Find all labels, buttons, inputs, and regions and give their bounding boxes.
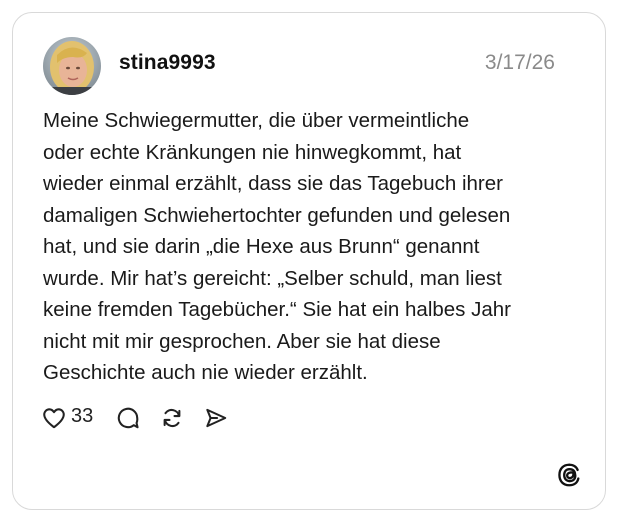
send-icon [206,408,227,428]
post-text-line: keine fremden Tagebücher.“ Sie hat ein h… [43,298,512,321]
post-card: stina9993 3/17/26 Meine Schwiegermutter,… [12,12,606,510]
post-text-line: Meine Schwiegermutter, die über vermeint… [43,109,470,132]
reply-button[interactable] [115,405,141,431]
post-text-line: oder echte Kränkungen nie hinwegkommt, h… [43,140,462,164]
avatar[interactable] [43,37,101,95]
post-text-line: hat, und sie darin „die Hexe aus Brunn“ … [43,235,480,258]
post-text-line: Geschichte auch nie wieder erzählt. [43,361,368,384]
like-button[interactable]: 33 [41,405,93,431]
avatar-image [43,37,101,95]
heart-icon [43,408,65,429]
post-date: 3/17/26 [484,51,555,74]
repost-button[interactable] [159,405,185,431]
post-text-line: nicht mit mir gesprochen. Aber sie hat d… [43,329,441,353]
post-body: Meine Schwiegermutter, die über vermeint… [43,105,583,389]
post-text-line: damaligen Schwiehertochter gefunden und … [43,203,511,227]
username[interactable]: stina9993 [119,51,216,75]
post-text-line: wieder einmal erzählt, dass sie das Tage… [43,172,503,195]
comment-bubble-icon [118,407,139,429]
like-count: 33 [71,404,94,427]
post-text-line: wurde. Mir hat’s gereicht: „Selber schul… [43,266,502,290]
threads-logo-icon[interactable] [555,461,583,489]
repost-icon [163,408,181,428]
share-button[interactable] [203,405,229,431]
action-bar: 33 [41,405,229,431]
